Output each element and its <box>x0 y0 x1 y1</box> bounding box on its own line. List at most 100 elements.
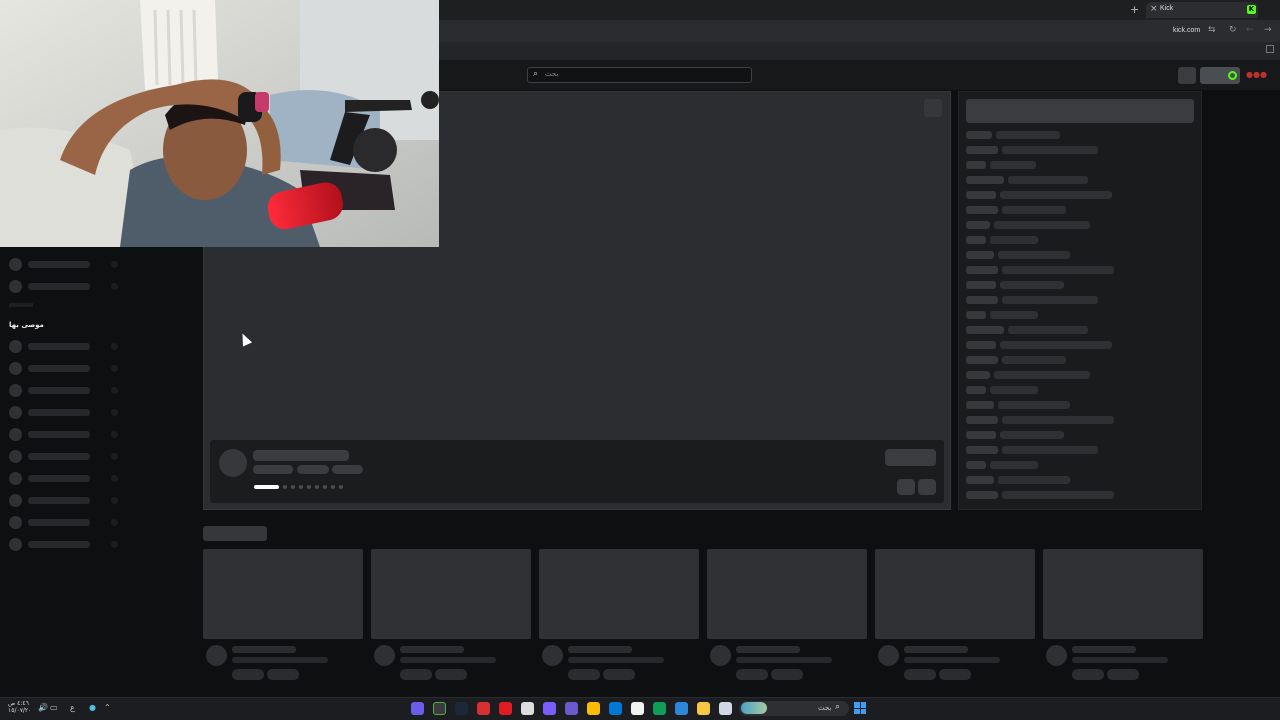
notifications-button[interactable] <box>1178 67 1196 84</box>
carousel-dot[interactable] <box>315 485 319 489</box>
stream-card-avatar[interactable] <box>374 645 395 666</box>
sidebar-item[interactable] <box>28 387 90 394</box>
sidebar-item[interactable] <box>28 261 90 268</box>
stream-card-title[interactable] <box>232 646 296 653</box>
stream-tag[interactable] <box>297 465 329 474</box>
volume-icon[interactable]: 🔊 <box>38 703 48 712</box>
stream-card-title[interactable] <box>904 646 968 653</box>
streamer-avatar[interactable] <box>219 449 247 477</box>
chrome-icon[interactable] <box>587 702 600 715</box>
gradient-app-icon[interactable] <box>411 702 424 715</box>
obs-icon[interactable] <box>521 702 534 715</box>
network-icon[interactable]: ▭ <box>50 703 58 712</box>
stream-card-tag[interactable] <box>736 669 768 680</box>
stream-tag[interactable] <box>332 465 363 474</box>
carousel-dot[interactable] <box>307 485 311 489</box>
tray-expand-icon[interactable]: ⌃ <box>104 703 111 712</box>
stream-card-thumbnail[interactable] <box>707 549 867 639</box>
sidebar-avatar[interactable] <box>9 362 22 375</box>
opera-icon[interactable] <box>499 702 512 715</box>
carousel-dot[interactable] <box>339 485 343 489</box>
sidebar-item[interactable] <box>28 365 90 372</box>
sidebar-item[interactable] <box>28 343 90 350</box>
refresh-icon[interactable]: ↻ <box>1229 25 1237 35</box>
sidebar-item[interactable] <box>28 497 90 504</box>
language-indicator[interactable]: ع <box>70 703 75 712</box>
stream-card-tag[interactable] <box>232 669 264 680</box>
file-explorer-icon[interactable] <box>697 702 710 715</box>
sidebar-item[interactable] <box>28 541 90 548</box>
sidebar-avatar[interactable] <box>9 384 22 397</box>
stream-card-tag[interactable] <box>435 669 467 680</box>
stream-card-avatar[interactable] <box>878 645 899 666</box>
stream-card-channel[interactable] <box>400 657 496 663</box>
carousel-dot[interactable] <box>299 485 303 489</box>
stream-card-thumbnail[interactable] <box>875 549 1035 639</box>
stream-card-tag[interactable] <box>267 669 299 680</box>
sidebar-avatar[interactable] <box>9 450 22 463</box>
taskbar-clock[interactable]: ٤:٤٦ ص ١٥/٠٧/٢٠ <box>8 700 31 714</box>
stream-card-tag[interactable] <box>771 669 803 680</box>
sidebar-avatar[interactable] <box>9 258 22 271</box>
sidebar-avatar[interactable] <box>9 428 22 441</box>
stream-card-title[interactable] <box>400 646 464 653</box>
new-tab-button[interactable]: + <box>1130 3 1139 16</box>
watch-button[interactable] <box>885 449 936 466</box>
stream-card-channel[interactable] <box>904 657 1000 663</box>
sidebar-item[interactable] <box>28 409 90 416</box>
carousel-active-indicator[interactable] <box>254 485 279 489</box>
stream-card-title[interactable] <box>568 646 632 653</box>
stream-card-avatar[interactable] <box>1046 645 1067 666</box>
stream-card-avatar[interactable] <box>710 645 731 666</box>
site-settings-icon[interactable]: ⇆ <box>1208 25 1216 35</box>
carousel-dot[interactable] <box>331 485 335 489</box>
stream-card-channel[interactable] <box>232 657 328 663</box>
steam-icon[interactable] <box>455 702 468 715</box>
sidebar-avatar[interactable] <box>9 340 22 353</box>
mail-icon[interactable] <box>609 702 622 715</box>
player-control-button[interactable] <box>924 99 942 117</box>
stream-card-tag[interactable] <box>1072 669 1104 680</box>
sidebar-avatar[interactable] <box>9 516 22 529</box>
carousel-next-button[interactable] <box>918 479 936 495</box>
carousel-dot[interactable] <box>283 485 287 489</box>
sidebar-avatar[interactable] <box>9 472 22 485</box>
discord-app-icon[interactable] <box>543 702 556 715</box>
stream-tag[interactable] <box>253 465 293 474</box>
stream-card-thumbnail[interactable] <box>1043 549 1203 639</box>
stream-card-avatar[interactable] <box>206 645 227 666</box>
calendar-icon[interactable] <box>631 702 644 715</box>
carousel-dot[interactable] <box>291 485 295 489</box>
copilot-icon[interactable] <box>675 702 688 715</box>
sidebar-avatar[interactable] <box>9 280 22 293</box>
apps-grid-icon[interactable] <box>1266 45 1274 53</box>
forward-icon[interactable]: → <box>1264 25 1272 35</box>
stream-card-tag[interactable] <box>904 669 936 680</box>
stream-card-tag[interactable] <box>1107 669 1139 680</box>
windows-start-icon[interactable] <box>854 702 866 714</box>
sidebar-avatar[interactable] <box>9 494 22 507</box>
carousel-dot[interactable] <box>323 485 327 489</box>
stream-card-title[interactable] <box>736 646 800 653</box>
sidebar-item[interactable] <box>28 519 90 526</box>
sidebar-item[interactable] <box>28 283 90 290</box>
sidebar-avatar[interactable] <box>9 406 22 419</box>
stream-card-thumbnail[interactable] <box>203 549 363 639</box>
stream-card-thumbnail[interactable] <box>539 549 699 639</box>
stream-card-tag[interactable] <box>939 669 971 680</box>
search-input[interactable] <box>527 67 752 83</box>
stream-card-channel[interactable] <box>568 657 664 663</box>
sidebar-avatar[interactable] <box>9 538 22 551</box>
back-icon[interactable]: ← <box>1246 25 1254 35</box>
stream-card-tag[interactable] <box>568 669 600 680</box>
stream-card-tag[interactable] <box>603 669 635 680</box>
terminal-app-icon[interactable] <box>433 702 446 715</box>
url-text[interactable]: kick.com <box>1173 27 1200 34</box>
opera-gx-icon[interactable] <box>477 702 490 715</box>
stream-card-avatar[interactable] <box>542 645 563 666</box>
sidebar-item[interactable] <box>28 453 90 460</box>
purple-app-icon[interactable] <box>565 702 578 715</box>
notepad-icon[interactable] <box>719 702 732 715</box>
sidebar-item[interactable] <box>28 475 90 482</box>
edge-icon[interactable] <box>653 702 666 715</box>
